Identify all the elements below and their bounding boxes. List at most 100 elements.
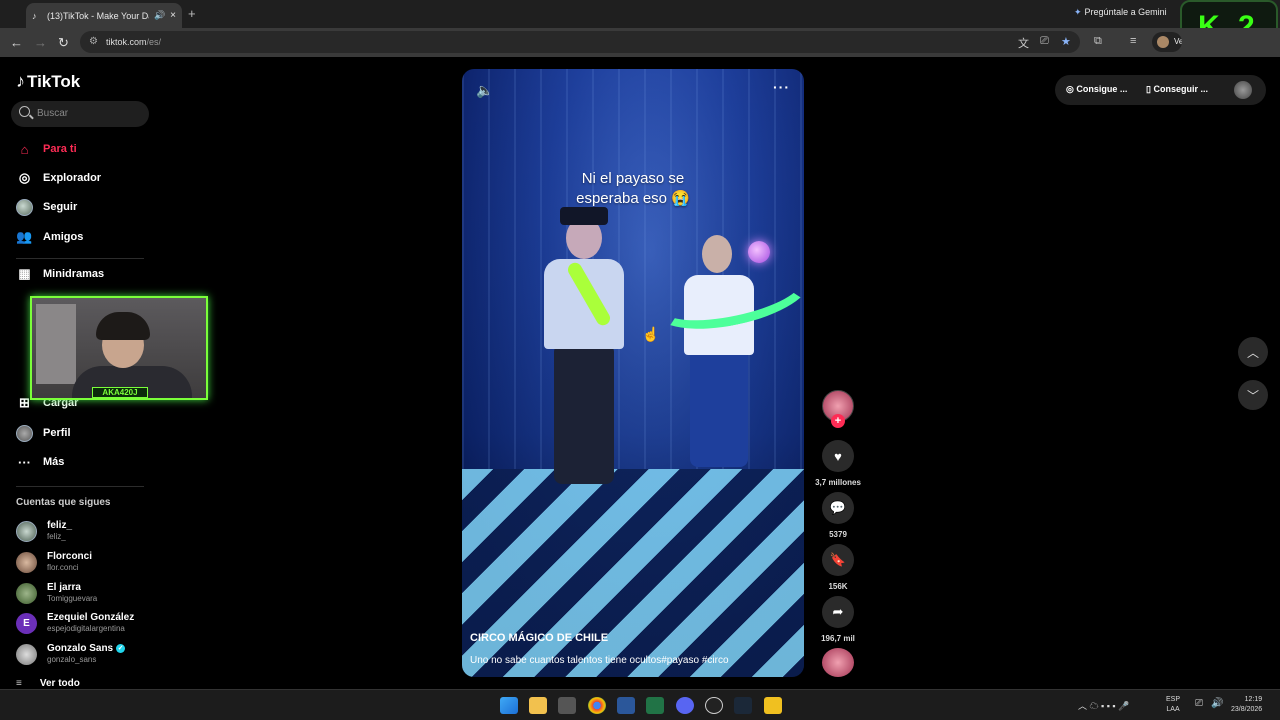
get-app-label: Conseguir ... [1153, 84, 1208, 94]
nav-label: Minidramas [43, 268, 105, 280]
following-section-title: Cuentas que sigues [16, 497, 111, 508]
save-button[interactable]: 🔖 156K [814, 544, 862, 591]
search-placeholder: Buscar [37, 108, 69, 119]
address-bar[interactable]: ⚙ tiktok.com/es/ [80, 31, 1080, 53]
get-coins-button[interactable]: ◎ Consigue ... [1066, 84, 1127, 95]
profile-chip[interactable]: Ve [1152, 32, 1182, 52]
windows-taskbar: ︿ ☁ ▪ ▪ ▪ 🎤 ESP LAA ⎚ 🔊 12:19 23/8/2026 [0, 689, 1280, 720]
chevron-up-icon: ︿ [1246, 345, 1259, 360]
start-icon[interactable] [500, 697, 518, 714]
nav-explorador[interactable]: ◎ Explorador [16, 167, 101, 189]
music-disc-avatar[interactable] [822, 648, 854, 677]
compass-icon: ◎ [18, 170, 31, 185]
store-icon[interactable] [558, 697, 576, 714]
account-avatar [16, 583, 37, 604]
site-info-icon[interactable]: ⚙ [89, 31, 98, 53]
reading-list-icon[interactable]: ≡ [1130, 35, 1136, 47]
search-input[interactable]: Buscar [11, 101, 149, 127]
followed-account[interactable]: feliz_ feliz_ [16, 518, 156, 544]
coin-icon: ◎ [1066, 84, 1077, 94]
steam-icon[interactable] [734, 697, 752, 714]
nav-mas[interactable]: ··· Más [16, 451, 64, 473]
chrome-icon[interactable] [588, 697, 606, 714]
account-name: Ezequiel González [47, 612, 135, 623]
followed-account[interactable]: Gonzalo Sans ✓ gonzalo_sans [16, 641, 156, 667]
gemini-button[interactable]: ✦ Pregúntale a Gemini [1074, 7, 1167, 18]
followed-account[interactable]: Florconci flor.conci [16, 549, 156, 575]
account-handle: Tomigguevara [47, 594, 98, 603]
back-arrow-icon[interactable]: ← [10, 35, 23, 50]
browser-tab[interactable]: ♪ (13)TikTok - Make Your Day 🔊 × [26, 3, 182, 28]
comment-icon: 💬 [822, 492, 854, 524]
app-icon[interactable] [764, 697, 782, 714]
nav-minidramas[interactable]: ▦ Minidramas [16, 263, 104, 285]
file-explorer-icon[interactable] [529, 697, 547, 714]
account-name-row: Gonzalo Sans ✓ [47, 643, 126, 654]
nav-label: Para ti [43, 143, 77, 155]
browser-toolbar: ← → ↻ ⚙ tiktok.com/es/ [0, 28, 1280, 57]
language-indicator[interactable]: ESP LAA [1166, 695, 1180, 715]
account-name: feliz_ [47, 520, 73, 531]
language-line: ESP [1166, 696, 1181, 703]
nav-amigos[interactable]: 👥 Amigos [16, 226, 83, 248]
purple-light-ball [748, 241, 770, 263]
follow-plus-icon[interactable]: + [831, 414, 845, 428]
sidebar-divider [16, 258, 144, 259]
home-icon: ⌂ [20, 141, 29, 157]
nav-perfil[interactable]: Perfil [16, 422, 71, 444]
new-tab-button[interactable]: + [188, 6, 196, 21]
bookmark-star-icon[interactable]: ★ [1061, 35, 1071, 48]
forward-arrow-icon[interactable]: → [34, 35, 47, 50]
system-tray-icons[interactable]: ︿ ☁ ▪ ▪ ▪ 🎤 [1078, 699, 1129, 712]
account-name: El jarra [47, 582, 81, 593]
user-avatar[interactable] [1234, 81, 1252, 99]
nav-seguir[interactable]: Seguir [16, 196, 77, 218]
like-button[interactable]: ♥ 3,7 millones [814, 440, 862, 487]
share-button[interactable]: ➦ 196,7 mil [814, 596, 862, 643]
see-all-link[interactable]: ≡ Ver todo [16, 678, 80, 689]
tab-close-icon[interactable]: × [170, 10, 176, 21]
tiktok-logo[interactable]: ♪ TikTok [16, 71, 80, 92]
nav-label: Perfil [43, 427, 71, 439]
clock[interactable]: 12:19 23/8/2026 [1231, 695, 1262, 715]
webcam-person-hair [96, 312, 150, 340]
speaker-icon[interactable]: 🔊 [1211, 698, 1229, 715]
speaker-icon[interactable]: 🔊 [154, 10, 165, 21]
followed-account[interactable]: El jarra Tomigguevara [16, 580, 156, 606]
comment-button[interactable]: 💬 5379 [814, 492, 862, 539]
obs-icon[interactable] [705, 697, 723, 714]
next-video-button[interactable]: ﹀ [1238, 380, 1268, 410]
account-avatar [16, 521, 37, 542]
excel-icon[interactable] [646, 697, 664, 714]
like-count: 3,7 millones [815, 478, 861, 487]
extensions-icon[interactable]: ⧉ [1094, 35, 1102, 48]
install-app-icon[interactable]: ⎚ [1040, 35, 1049, 48]
discord-icon[interactable] [676, 697, 694, 714]
hand-cursor-icon: ☝ [642, 326, 660, 342]
video-more-icon[interactable]: ··· [773, 79, 790, 95]
chevron-down-icon: ﹀ [1246, 388, 1259, 403]
profile-avatar-icon [1157, 36, 1169, 48]
friends-icon: 👥 [16, 229, 33, 244]
sidebar-divider [16, 486, 144, 487]
clown-figure-hat [560, 207, 608, 225]
nav-para-ti[interactable]: ⌂ Para ti [16, 138, 77, 160]
followed-account[interactable]: E Ezequiel González espejodigitalargenti… [16, 610, 156, 636]
get-app-button[interactable]: ▯ Conseguir ... [1146, 84, 1208, 95]
account-avatar [16, 552, 37, 573]
translate-icon[interactable]: 文 [1018, 35, 1029, 51]
video-player[interactable]: Ni el payaso se esperaba eso 😭 🔈 ··· CIR… [462, 69, 804, 677]
profile-label: Ve [1174, 37, 1182, 46]
video-caption-overlay: Ni el payaso se esperaba eso 😭 [462, 169, 804, 209]
word-icon[interactable] [617, 697, 635, 714]
reload-icon[interactable]: ↻ [58, 35, 69, 51]
previous-video-button[interactable]: ︿ [1238, 337, 1268, 367]
volume-icon[interactable]: 🔈 [476, 82, 493, 99]
video-author[interactable]: CIRCO MÁGICO DE CHILE [470, 632, 608, 644]
bookmark-icon: 🔖 [822, 544, 854, 576]
more-icon: ··· [18, 454, 31, 470]
clown-figure-pants [554, 344, 614, 484]
video-description: Uno no sabe cuantos talentos tiene ocult… [470, 655, 729, 666]
account-handle: gonzalo_sans [47, 655, 97, 664]
account-handle: espejodigitalargentina [47, 624, 125, 633]
